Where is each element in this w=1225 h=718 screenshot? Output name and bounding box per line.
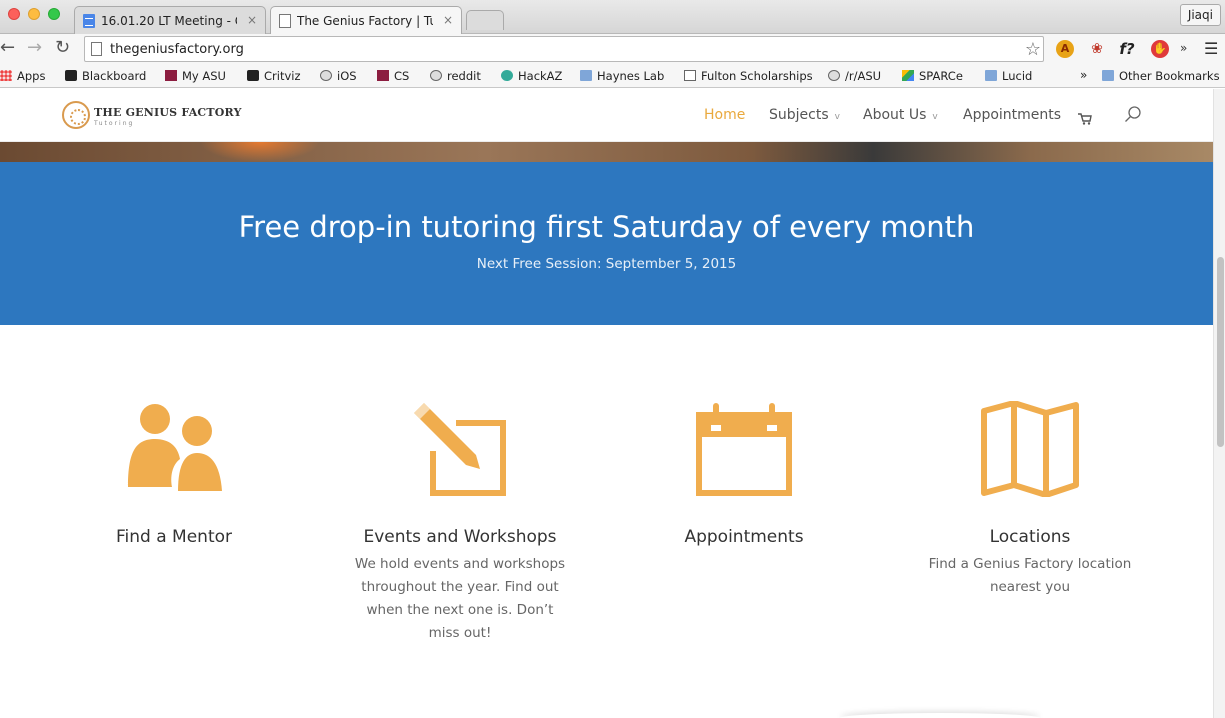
nav-about-us[interactable]: About Us v [863,107,938,123]
logo-subtext: Tutoring [94,120,135,127]
announcement-banner: Free drop-in tutoring first Saturday of … [0,162,1213,325]
tab-close-icon[interactable]: × [443,13,453,27]
apps-grid-icon [0,70,12,81]
tab-close-icon[interactable]: × [247,13,257,27]
bookmark-haynes-lab[interactable]: Haynes Lab [580,69,664,83]
bookmark-apps[interactable]: Apps [0,69,45,83]
reddit-icon [828,70,840,81]
google-drive-icon [902,70,914,81]
bookmark-other[interactable]: Other Bookmarks [1102,69,1220,83]
nav-appointments[interactable]: Appointments [963,107,1061,123]
map-icon [981,401,1079,497]
bookmark-critviz[interactable]: Critviz [247,69,301,83]
bookmark-ios[interactable]: iOS [320,69,357,83]
bookmark-r-asu[interactable]: /r/ASU [828,69,881,83]
feature-appointments[interactable]: Appointments [614,401,874,549]
adblock-icon[interactable]: ✋ [1151,40,1169,58]
site-header: THE GENIUS FACTORY Tutoring Home Subject… [0,89,1213,142]
extension-a-icon[interactable]: A [1056,40,1074,58]
bookmark-fulton-scholarships[interactable]: Fulton Scholarships [684,69,813,83]
page-viewport: THE GENIUS FACTORY Tutoring Home Subject… [0,89,1213,718]
asu-icon [165,70,177,81]
bookmark-my-asu[interactable]: My ASU [165,69,226,83]
calendar-icon [696,403,792,496]
feature-title: Locations [989,527,1071,547]
bookmarks-overflow-icon[interactable]: » [1080,68,1087,82]
bookmark-blackboard[interactable]: Blackboard [65,69,146,83]
bookmark-lucid[interactable]: Lucid [985,69,1032,83]
url-text[interactable]: thegeniusfactory.org [110,42,244,57]
bookmark-reddit[interactable]: reddit [430,69,481,83]
profile-button[interactable]: Jiaqi [1179,4,1221,26]
address-bar[interactable]: thegeniusfactory.org ☆ [84,36,1044,62]
folder-icon [580,70,592,81]
feature-title: Find a Mentor [115,527,232,547]
critviz-icon [247,70,259,81]
bookmark-cs[interactable]: CS [377,69,409,83]
extension-f-icon[interactable]: f? [1118,40,1136,58]
tab-genius-factory[interactable]: The Genius Factory | Tutori × [270,6,462,34]
hero-image-strip [0,142,1213,162]
back-arrow-icon[interactable]: ← [0,38,15,58]
close-window-button[interactable] [8,8,20,20]
cart-icon[interactable] [1078,113,1092,125]
cactus-icon [501,70,513,81]
page-icon [91,42,102,56]
bookmark-sparce[interactable]: SPARCe [902,69,963,83]
feature-events-workshops[interactable]: Events and Workshops We hold events and … [330,401,590,645]
bookmark-star-icon[interactable]: ☆ [1025,39,1041,60]
feature-description: We hold events and workshops throughout … [354,556,566,641]
page-scrollbar[interactable] [1213,89,1225,718]
maximize-window-button[interactable] [48,8,60,20]
search-icon[interactable] [1124,105,1142,123]
folder-icon [1102,70,1114,81]
browser-titlebar: 16.01.20 LT Meeting - Goo × The Genius F… [0,0,1225,34]
menu-hamburger-icon[interactable]: ☰ [1204,39,1218,58]
feature-locations[interactable]: Locations Find a Genius Factory location… [900,401,1160,599]
bookmark-hackaz[interactable]: HackAZ [501,69,562,83]
logo-text: THE GENIUS FACTORY [94,106,242,119]
banner-title: Free drop-in tutoring first Saturday of … [238,210,975,244]
tab-lt-meeting[interactable]: 16.01.20 LT Meeting - Goo × [74,6,266,34]
people-icon [128,404,222,491]
blackboard-icon [65,70,77,81]
bookmarks-bar: Apps Blackboard My ASU Critviz iOS CS re… [0,64,1225,88]
ios-icon [320,70,332,81]
reddit-icon [430,70,442,81]
folder-icon [985,70,997,81]
page-icon [684,70,696,81]
nav-home[interactable]: Home [704,107,745,123]
scrollbar-thumb[interactable] [1217,257,1224,447]
brain-logo-icon [62,101,90,129]
nav-subjects[interactable]: Subjects v [769,107,840,123]
page-icon [279,14,291,28]
chevron-down-icon: v [834,112,840,122]
new-tab-button[interactable] [466,10,504,30]
tab-title: The Genius Factory | Tutori [297,14,433,28]
edit-icon [414,403,506,496]
feature-title: Appointments [684,527,804,547]
tab-title: 16.01.20 LT Meeting - Goo [101,14,237,28]
extension-tree-icon[interactable]: ❀ [1088,40,1106,58]
banner-subtitle: Next Free Session: September 5, 2015 [476,256,737,272]
reload-icon[interactable]: ↻ [55,38,70,58]
chevron-down-icon: v [932,112,938,122]
feature-title: Events and Workshops [363,527,557,547]
feature-find-mentor[interactable]: Find a Mentor [44,401,304,549]
extensions-overflow-icon[interactable]: » [1180,41,1187,55]
browser-toolbar: ← → ↻ thegeniusfactory.org ☆ A ❀ f? ✋ » … [0,34,1225,64]
minimize-window-button[interactable] [28,8,40,20]
google-docs-icon [83,14,95,28]
floating-widget-edge [840,713,1040,718]
feature-description: Find a Genius Factory location nearest y… [928,556,1132,595]
forward-arrow-icon[interactable]: → [27,38,42,58]
asu-icon [377,70,389,81]
